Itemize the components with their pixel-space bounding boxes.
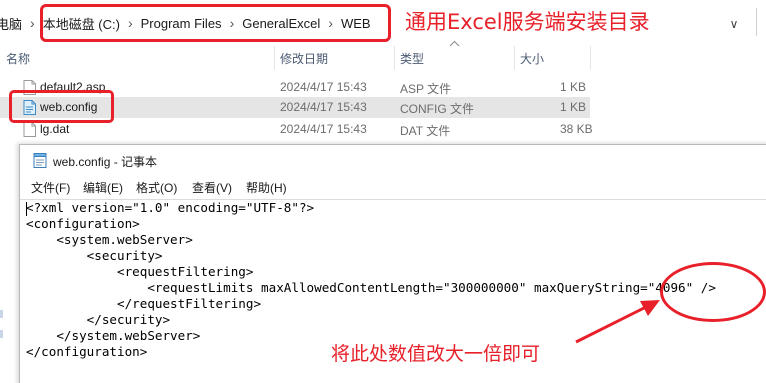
column-divider[interactable]: [274, 46, 275, 70]
file-type: ASP 文件: [400, 82, 452, 96]
file-type: DAT 文件: [400, 124, 451, 138]
breadcrumb-separator[interactable]: ›: [30, 15, 35, 31]
file-size: 38 KB: [560, 122, 593, 136]
breadcrumb-this-pc[interactable]: 电脑: [0, 14, 22, 33]
notepad-menubar: 文件(F) 编辑(E) 格式(O) 查看(V) 帮助(H): [20, 176, 766, 198]
column-header-size[interactable]: 大小: [520, 50, 544, 67]
notepad-title: web.config - 记事本: [53, 155, 158, 169]
menu-edit[interactable]: 编辑(E): [83, 179, 123, 196]
column-divider[interactable]: [514, 46, 515, 70]
menu-help[interactable]: 帮助(H): [246, 179, 287, 196]
column-header-date[interactable]: 修改日期: [280, 50, 328, 67]
column-divider[interactable]: [590, 46, 591, 70]
code-line: <requestLimits maxAllowedContentLength="…: [26, 280, 716, 295]
menu-format[interactable]: 格式(O): [136, 179, 177, 196]
chevron-down-icon[interactable]: ∨: [720, 14, 748, 34]
file-size: 1 KB: [560, 80, 587, 94]
file-name: lg.dat: [40, 122, 70, 136]
notepad-icon: [33, 153, 47, 168]
column-divider[interactable]: [394, 46, 395, 70]
nav-pane-edge: [0, 330, 3, 338]
column-header-name[interactable]: 名称: [6, 50, 30, 67]
file-date: 2024/4/17 15:43: [280, 80, 367, 94]
address-divider: [756, 8, 757, 36]
file-type: CONFIG 文件: [400, 102, 474, 116]
code-line: </security>: [26, 312, 171, 327]
code-line: <requestFiltering>: [26, 264, 254, 279]
double-value-annotation: 将此处数值改大一倍即可: [331, 343, 541, 365]
address-bar[interactable]: 电脑 › 本地磁盘 (C:) › Program Files › General…: [0, 0, 766, 44]
menu-file[interactable]: 文件(F): [31, 179, 70, 196]
notepad-titlebar[interactable]: web.config - 记事本: [20, 145, 766, 175]
menu-view[interactable]: 查看(V): [192, 179, 232, 196]
code-line: </requestFiltering>: [26, 296, 262, 311]
code-line: <configuration>: [26, 216, 140, 231]
code-line: <?xml version="1.0" encoding="UTF-8"?>: [26, 200, 315, 215]
config-file-highlight-box: [9, 90, 114, 123]
config-text: <?xml version="1.0" encoding="UTF-8"?> <c…: [26, 200, 716, 360]
column-header-row: 名称 修改日期 类型 大小: [0, 46, 766, 70]
file-size: 1 KB: [560, 100, 587, 114]
dat-file-icon: [23, 122, 36, 137]
address-highlight-box: [40, 4, 391, 42]
code-line: <security>: [26, 248, 163, 263]
file-date: 2024/4/17 15:43: [280, 100, 367, 114]
nav-pane-edge: [0, 310, 3, 318]
max-query-string-highlight-circle: [660, 262, 766, 322]
install-dir-annotation: 通用Excel服务端安装目录: [405, 10, 650, 34]
column-header-type[interactable]: 类型: [400, 50, 424, 67]
file-date: 2024/4/17 15:43: [280, 122, 367, 136]
code-line: <system.webServer>: [26, 232, 193, 247]
